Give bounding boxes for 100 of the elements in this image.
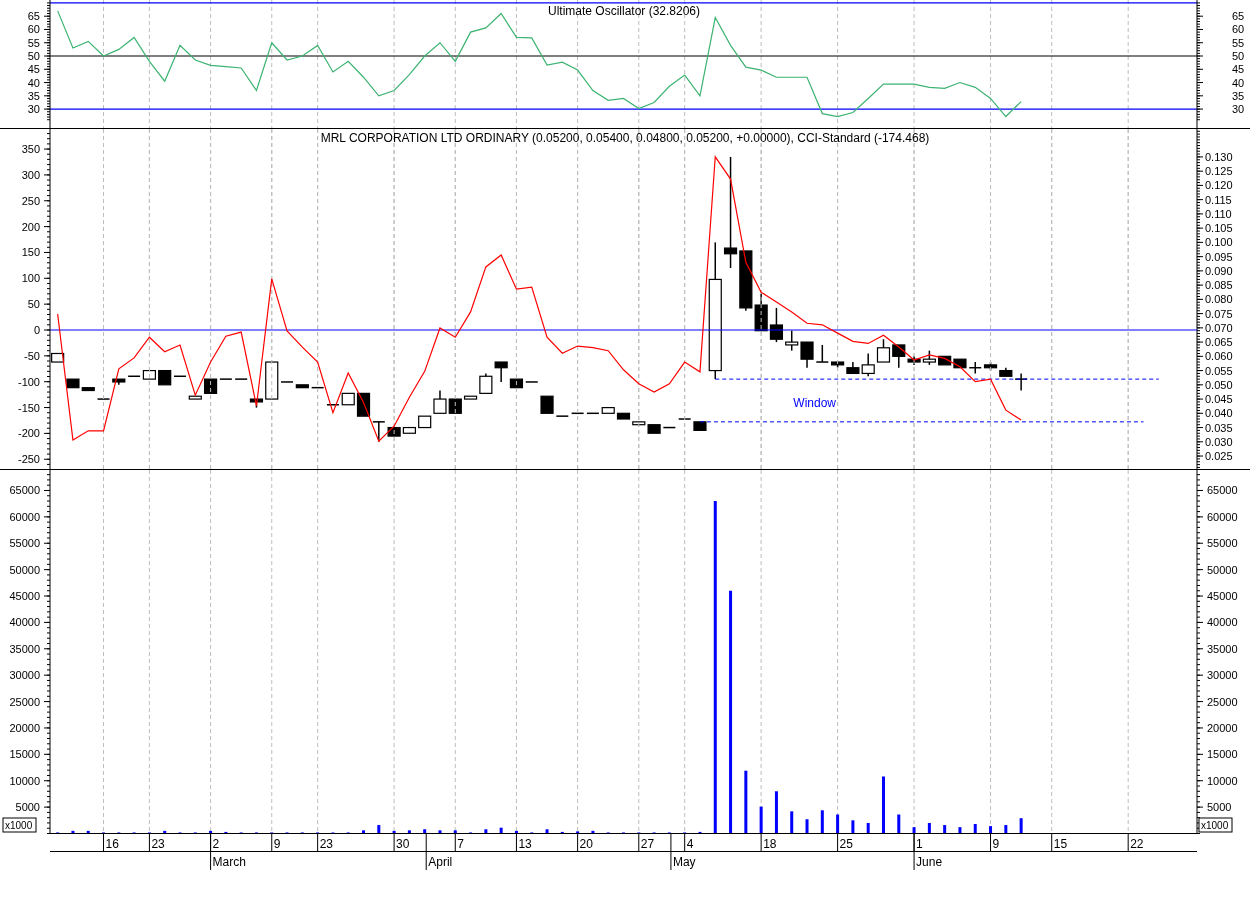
axis-tick-label: -100 — [17, 375, 40, 388]
axis-tick-label: 40000 — [9, 616, 40, 629]
axis-tick-label: 0.100 — [1205, 236, 1233, 249]
axis-tick-label: 0.040 — [1205, 407, 1233, 420]
axis-tick-label: 0.035 — [1205, 421, 1233, 434]
axis-tick-label: 0.025 — [1205, 450, 1233, 463]
axis-tick-label: 60 — [27, 23, 40, 36]
axis-tick-label: 0.055 — [1205, 364, 1233, 377]
axis-tick-label: 0.090 — [1205, 264, 1233, 277]
axis-tick-label: 40 — [1232, 76, 1245, 89]
axis-tick-label: 0.045 — [1205, 393, 1233, 406]
date-label: 2 — [212, 837, 220, 851]
month-label: May — [672, 855, 696, 869]
axis-tick-label: 55 — [27, 36, 40, 49]
axis-tick-label: 65000 — [9, 484, 40, 497]
axis-tick-label: 20000 — [9, 721, 40, 734]
axis-tick-label: 45000 — [9, 590, 40, 602]
axis-tick-label: 55000 — [1207, 537, 1238, 550]
axis-tick-label: 0.030 — [1205, 435, 1233, 448]
axis-tick-label: 250 — [21, 194, 40, 207]
axis-tick-label: 0.130 — [1205, 150, 1233, 163]
unit-label: x1000 — [1198, 817, 1233, 833]
axis-tick-label: 0.050 — [1205, 378, 1233, 391]
month-label: June — [916, 855, 943, 869]
date-label: 20 — [579, 837, 593, 851]
axis-tick-label: -150 — [17, 401, 40, 414]
axis-tick-label: 50 — [1232, 50, 1245, 62]
chart-title: Ultimate Oscillator (32.8206) — [547, 4, 701, 18]
axis-tick-label: 55000 — [9, 537, 40, 550]
axis-tick-label: -50 — [24, 349, 40, 362]
date-label: 27 — [640, 837, 655, 851]
axis-tick-label: 0.065 — [1205, 336, 1233, 349]
date-label: 18 — [763, 837, 777, 851]
axis-tick-label: 60000 — [1207, 510, 1238, 523]
axis-tick-label: -200 — [17, 427, 40, 440]
axis-tick-label: 0 — [33, 324, 40, 336]
axis-tick-label: 5000 — [1207, 801, 1232, 814]
axis-tick-label: 200 — [21, 220, 40, 233]
date-label: 15 — [1053, 837, 1068, 851]
axis-tick-label: 35000 — [9, 642, 40, 655]
axis-tick-label: 0.095 — [1205, 250, 1233, 263]
date-label: 9 — [992, 837, 1000, 851]
date-label: 23 — [151, 837, 165, 851]
axis-tick-label: 100 — [21, 272, 40, 285]
y-axis-title: x1000 — [5, 820, 33, 831]
axis-tick-label: 5000 — [15, 801, 40, 814]
axis-tick-label: 10000 — [1207, 774, 1238, 787]
axis-tick-label: 35000 — [1207, 642, 1238, 655]
axis-tick-label: 45 — [27, 63, 40, 76]
axis-tick-label: 30000 — [1207, 669, 1238, 682]
date-label: 7 — [457, 837, 464, 851]
date-label: 23 — [319, 837, 333, 851]
axis-tick-label: 15000 — [9, 748, 40, 761]
axis-tick-label: 45 — [1232, 63, 1245, 76]
axis-tick-label: 45000 — [1207, 590, 1238, 602]
axis-tick-label: 50000 — [1207, 563, 1238, 576]
axis-tick-label: 350 — [21, 143, 40, 156]
axis-tick-label: 65 — [1232, 10, 1245, 23]
axis-tick-label: 0.110 — [1205, 207, 1232, 220]
axis-tick-label: 0.125 — [1205, 165, 1233, 178]
axis-tick-label: 50000 — [9, 563, 40, 576]
axis-tick-label: 60 — [1232, 23, 1245, 36]
axis-tick-label: 50 — [27, 50, 40, 62]
axis-tick-label: 0.075 — [1205, 307, 1233, 320]
date-label: 1 — [916, 837, 923, 851]
month-label: April — [428, 855, 453, 869]
unit-label: x1000 — [2, 817, 37, 833]
axis-tick-label: 50 — [27, 298, 40, 311]
date-label: 25 — [839, 837, 853, 851]
axis-tick-label: 40 — [27, 76, 40, 89]
date-label: 9 — [273, 837, 281, 851]
axis-tick-label: 35 — [1232, 89, 1245, 102]
axis-tick-label: 30 — [27, 103, 40, 116]
axis-tick-label: 0.070 — [1205, 321, 1233, 334]
date-label: 30 — [396, 837, 410, 851]
axis-tick-label: -250 — [17, 453, 40, 466]
axis-tick-label: 0.115 — [1205, 193, 1232, 206]
axis-tick-label: 30000 — [9, 669, 40, 682]
date-label: 22 — [1130, 837, 1144, 851]
axis-tick-label: 0.105 — [1205, 222, 1233, 235]
axis-tick-label: 40000 — [1207, 616, 1238, 629]
axis-tick-label: 300 — [21, 168, 40, 181]
axis-tick-label: 0.085 — [1205, 279, 1233, 292]
date-label: 16 — [105, 837, 119, 851]
axis-tick-label: 0.080 — [1205, 293, 1233, 306]
axis-tick-label: 60000 — [9, 510, 40, 523]
axis-tick-label: 25000 — [1207, 695, 1238, 708]
chart-annotation: Window — [793, 396, 836, 411]
axis-tick-label: 25000 — [9, 695, 40, 708]
axis-tick-label: 30 — [1232, 103, 1245, 116]
chart-title: MRL CORPORATION LTD ORDINARY (0.05200, 0.05400, 0.04800, 0.05200, +0.00000), CCI-Standard (-174.468) — [320, 131, 930, 145]
axis-tick-label: 55 — [1232, 36, 1245, 49]
axis-tick-label: 0.120 — [1205, 179, 1233, 192]
axis-tick-label: 65 — [27, 10, 40, 23]
axis-tick-label: 35 — [27, 89, 40, 102]
axis-tick-label: 65000 — [1207, 484, 1238, 497]
y2-axis-title: x1000 — [1201, 820, 1229, 831]
date-label: 13 — [518, 837, 532, 851]
date-label: 4 — [686, 837, 694, 851]
axis-tick-label: 15000 — [1207, 748, 1238, 761]
